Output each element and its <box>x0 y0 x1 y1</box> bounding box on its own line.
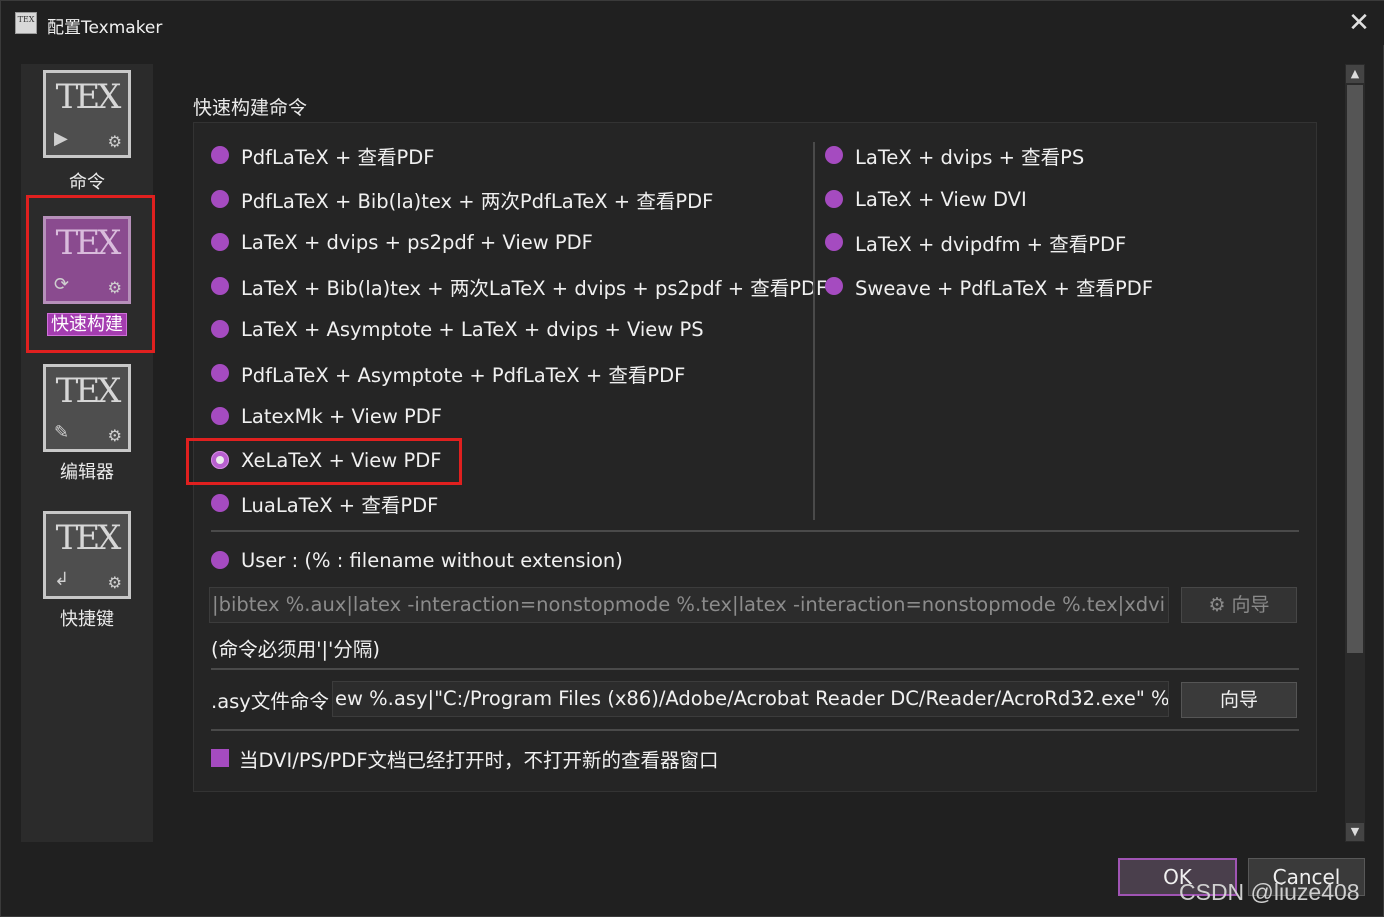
gear-icon: ⚙ <box>107 426 122 445</box>
shortcuts-tile-icon: TEX ↲ ⚙ <box>43 511 131 599</box>
option-pdflatex-asymptote[interactable]: PdfLaTeX + Asymptote + PdfLaTeX + 查看PDF <box>211 358 685 388</box>
column-divider <box>813 142 815 520</box>
radio-button[interactable] <box>211 320 229 338</box>
radio-button[interactable] <box>825 233 843 251</box>
asy-command-field[interactable]: ew %.asy|"C:/Program Files (x86)/Adobe/A… <box>332 681 1169 717</box>
option-sweave[interactable]: Sweave + PdfLaTeX + 查看PDF <box>825 271 1153 301</box>
texmaker-app-icon: TEX <box>15 12 37 34</box>
asy-command-label: .asy文件命令 <box>211 690 329 713</box>
config-dialog: TEX 配置Texmaker ✕ TEX ▶ ⚙ 命令 TEX ⟳ ⚙ 快速构建… <box>0 0 1384 917</box>
title-bar: TEX 配置Texmaker ✕ <box>1 1 1384 45</box>
checkbox[interactable] <box>211 749 229 767</box>
radio-button[interactable] <box>211 277 229 295</box>
sidebar-item-shortcuts[interactable]: TEX ↲ ⚙ 快捷键 <box>21 511 153 651</box>
option-latex-dvipdfm[interactable]: LaTeX + dvipdfm + 查看PDF <box>825 227 1126 257</box>
config-sidebar: TEX ▶ ⚙ 命令 TEX ⟳ ⚙ 快速构建 TEX ✎ ⚙ 编辑器 TEX … <box>21 64 153 842</box>
radio-button[interactable] <box>211 364 229 382</box>
section-title: 快速构建命令 <box>193 97 308 119</box>
editor-tile-icon: TEX ✎ ⚙ <box>43 364 131 452</box>
option-pdflatex-bib[interactable]: PdfLaTeX + Bib(la)tex + 两次PdfLaTeX + 查看P… <box>211 184 713 214</box>
highlight-box-sidebar <box>26 195 155 353</box>
sidebar-item-label: 编辑器 <box>60 462 114 483</box>
radio-button[interactable] <box>211 407 229 425</box>
divider <box>211 729 1299 731</box>
separator-note: (命令必须用'|'分隔) <box>211 638 381 661</box>
sidebar-item-commands[interactable]: TEX ▶ ⚙ 命令 <box>21 70 153 210</box>
commands-tile-icon: TEX ▶ ⚙ <box>43 70 131 158</box>
wizard-button-user[interactable]: ⚙ 向导 <box>1181 587 1297 623</box>
scroll-up-arrow-icon[interactable]: ▲ <box>1346 65 1364 83</box>
user-command-field[interactable]: |bibtex %.aux|latex -interaction=nonstop… <box>209 587 1169 623</box>
radio-button[interactable] <box>825 190 843 208</box>
option-latexmk[interactable]: LatexMk + View PDF <box>211 401 442 431</box>
radio-button[interactable] <box>211 233 229 251</box>
radio-button[interactable] <box>211 146 229 164</box>
radio-button[interactable] <box>211 190 229 208</box>
wizard-button-asy[interactable]: 向导 <box>1181 682 1297 718</box>
divider <box>211 530 1299 532</box>
wizard-icon: ⚙ <box>1208 594 1232 616</box>
close-icon[interactable]: ✕ <box>1341 5 1377 41</box>
option-latex-bib-ps2pdf[interactable]: LaTeX + Bib(la)tex + 两次LaTeX + dvips + p… <box>211 271 827 301</box>
divider <box>211 668 1299 670</box>
gear-icon: ⚙ <box>107 132 122 151</box>
gear-icon: ⚙ <box>107 573 122 592</box>
option-latex-dvips-ps[interactable]: LaTeX + dvips + 查看PS <box>825 140 1084 170</box>
radio-button[interactable] <box>211 551 229 569</box>
scroll-down-arrow-icon[interactable]: ▼ <box>1346 823 1364 841</box>
radio-button[interactable] <box>211 494 229 512</box>
radio-button[interactable] <box>825 146 843 164</box>
option-latex-view-dvi[interactable]: LaTeX + View DVI <box>825 184 1027 214</box>
play-icon: ▶ <box>54 128 68 149</box>
radio-button[interactable] <box>825 277 843 295</box>
option-pdflatex-view[interactable]: PdfLaTeX + 查看PDF <box>211 140 435 170</box>
pencil-icon: ✎ <box>54 422 70 443</box>
sidebar-item-editor[interactable]: TEX ✎ ⚙ 编辑器 <box>21 364 153 504</box>
scrollbar-thumb[interactable] <box>1347 85 1363 653</box>
option-latex-asymptote-ps[interactable]: LaTeX + Asymptote + LaTeX + dvips + View… <box>211 314 704 344</box>
option-lualatex[interactable]: LuaLaTeX + 查看PDF <box>211 488 438 518</box>
window-title: 配置Texmaker <box>47 18 163 38</box>
option-latex-dvips-ps2pdf[interactable]: LaTeX + dvips + ps2pdf + View PDF <box>211 227 593 257</box>
watermark-text: CSDN @liuze408 <box>1179 879 1360 905</box>
highlight-box-xelatex <box>186 438 462 485</box>
sidebar-item-label: 命令 <box>69 172 105 193</box>
enter-key-icon: ↲ <box>54 569 70 590</box>
option-user[interactable]: User : (% : filename without extension) <box>211 545 623 575</box>
single-viewer-checkbox-row[interactable]: 当DVI/PS/PDF文档已经打开时，不打开新的查看器窗口 <box>211 743 719 773</box>
sidebar-item-label: 快捷键 <box>60 609 114 630</box>
